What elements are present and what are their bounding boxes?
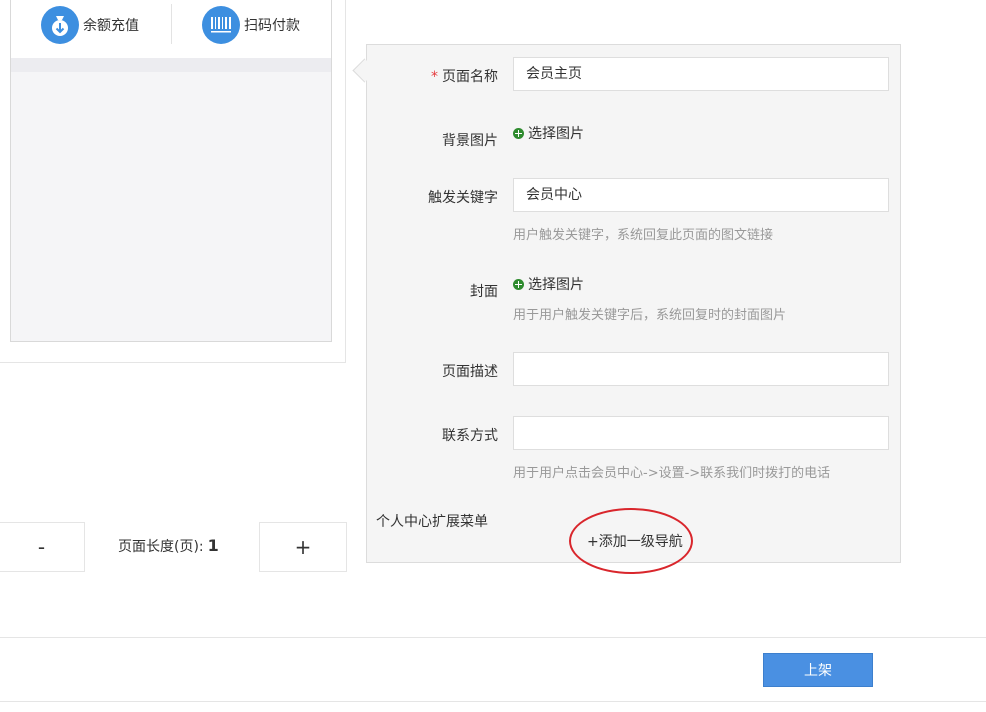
quick-item-recharge[interactable]: 余额充值 [41, 6, 139, 44]
quick-item-scan-pay[interactable]: 扫码付款 [202, 6, 300, 44]
preview-canvas: 余额充值 扫码付款 [10, 0, 332, 342]
background-image-picker[interactable]: 选择图片 [513, 123, 584, 143]
cover-label: 封面 [470, 284, 498, 300]
keyword-input[interactable]: 会员中心 [513, 178, 889, 212]
page-length-display: 页面长度(页): 1 [118, 536, 219, 556]
increase-page-button[interactable]: + [259, 522, 347, 572]
page-length-value: 1 [207, 536, 219, 555]
pick-image-label: 选择图片 [528, 277, 584, 293]
quick-item-label: 扫码付款 [244, 18, 300, 34]
quick-actions-bar: 余额充值 扫码付款 [11, 0, 331, 58]
description-input[interactable] [513, 352, 889, 386]
money-bag-icon [41, 6, 79, 44]
phone-preview: 余额充值 扫码付款 [0, 0, 346, 363]
add-circle-icon [513, 127, 524, 139]
publish-button[interactable]: 上架 [763, 653, 873, 687]
cover-hint: 用于用户触发关键字后，系统回复时的封面图片 [513, 308, 787, 323]
contact-input[interactable] [513, 416, 889, 450]
decrease-page-button[interactable]: - [0, 522, 85, 572]
section-divider [11, 58, 331, 72]
page-length-label: 页面长度(页): [118, 539, 204, 555]
divider [171, 4, 172, 44]
minus-label: - [37, 535, 46, 559]
keyword-hint: 用户触发关键字，系统回复此页面的图文链接 [513, 228, 774, 243]
highlight-ellipse [569, 508, 693, 574]
add-circle-icon [513, 278, 524, 290]
plus-label: + [294, 535, 312, 559]
extension-menu-label: 个人中心扩展菜单 [376, 514, 488, 530]
page-name-input[interactable]: 会员主页 [513, 57, 889, 91]
pick-image-label: 选择图片 [528, 126, 584, 142]
required-mark: * [431, 69, 438, 85]
description-label: 页面描述 [442, 364, 498, 380]
quick-item-label: 余额充值 [83, 18, 139, 34]
page-name-label: * 页面名称 [358, 66, 498, 86]
cover-image-picker[interactable]: 选择图片 [513, 274, 584, 294]
contact-hint: 用于用户点击会员中心->设置->联系我们时拨打的电话 [513, 466, 831, 481]
footer-divider [0, 637, 986, 638]
barcode-icon [202, 6, 240, 44]
background-image-label: 背景图片 [442, 133, 498, 149]
page-name-label-text: 页面名称 [442, 69, 498, 85]
keyword-label: 触发关键字 [428, 190, 498, 206]
contact-label: 联系方式 [442, 428, 498, 444]
footer-divider [0, 701, 986, 702]
